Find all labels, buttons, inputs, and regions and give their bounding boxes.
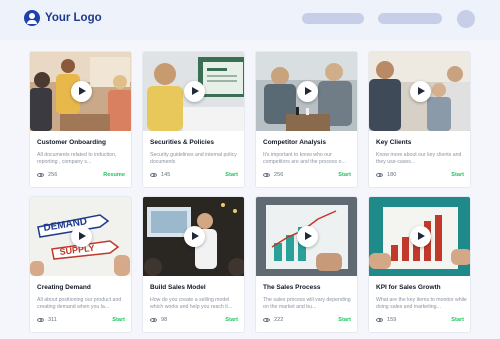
course-title: Customer Onboarding <box>37 139 106 146</box>
play-icon[interactable] <box>71 226 92 247</box>
course-card[interactable]: DEMAND SUPPLY Creating Demand All about … <box>29 196 132 333</box>
view-count: 256 <box>37 172 57 178</box>
demand-supply-drawing-image: DEMAND SUPPLY <box>30 197 131 276</box>
eye-icon <box>263 172 270 178</box>
course-title: Creating Demand <box>37 284 91 291</box>
top-bar: Your Logo <box>0 0 500 40</box>
start-button[interactable]: Start <box>225 172 238 178</box>
eye-icon <box>150 317 157 323</box>
play-icon[interactable] <box>410 81 431 102</box>
course-title: Build Sales Model <box>150 284 206 291</box>
play-icon[interactable] <box>297 81 318 102</box>
presenter-image <box>143 197 244 276</box>
resume-button[interactable]: Resume <box>103 172 125 178</box>
eye-icon <box>150 172 157 178</box>
people-meeting-image <box>30 52 131 131</box>
course-description: How do you create a selling model which … <box>150 297 233 310</box>
colleagues-image <box>369 52 470 131</box>
view-count: 159 <box>376 317 396 323</box>
play-icon[interactable] <box>410 226 431 247</box>
play-icon[interactable] <box>184 81 205 102</box>
view-count-value: 159 <box>387 317 397 323</box>
nav-placeholder-2[interactable] <box>378 13 442 24</box>
eye-icon <box>37 317 44 323</box>
course-card[interactable]: Build Sales Model How do you create a se… <box>142 196 245 333</box>
start-button[interactable]: Start <box>338 172 351 178</box>
eye-icon <box>376 317 383 323</box>
course-description: Know more about our key clients and they… <box>376 152 462 165</box>
play-icon[interactable] <box>297 226 318 247</box>
course-description: All about positioning our product and cr… <box>37 297 122 310</box>
view-count-value: 180 <box>387 172 397 178</box>
view-count: 98 <box>150 317 167 323</box>
avatar[interactable] <box>457 10 475 28</box>
course-title: The Sales Process <box>263 284 321 291</box>
course-description: What are the key items to monitor while … <box>376 297 467 310</box>
eye-icon <box>263 317 270 323</box>
view-count: 145 <box>150 172 170 178</box>
view-count-value: 311 <box>48 317 57 323</box>
course-title: Competitor Analysis <box>263 139 326 146</box>
eye-icon <box>37 172 44 178</box>
course-title: KPI for Sales Growth <box>376 284 441 291</box>
course-title: Securities & Policies <box>150 139 214 146</box>
start-button[interactable]: Start <box>338 317 351 323</box>
course-title: Key Clients <box>376 139 412 146</box>
view-count-value: 256 <box>274 172 284 178</box>
course-description: It's important to know who our competito… <box>263 152 346 165</box>
play-icon[interactable] <box>184 226 205 247</box>
view-count-value: 256 <box>48 172 58 178</box>
course-card[interactable]: Key Clients Know more about our key clie… <box>368 51 471 188</box>
nav-placeholder-1[interactable] <box>302 13 364 24</box>
bar-chart-paper-image <box>369 197 470 276</box>
view-count: 256 <box>263 172 283 178</box>
course-card[interactable]: Customer Onboarding All documents relate… <box>29 51 132 188</box>
course-description: Security guidelines and internal policy … <box>150 152 237 165</box>
view-count-value: 222 <box>274 317 284 323</box>
chess-players-image <box>256 52 357 131</box>
course-description: All documents related to induction, repo… <box>37 152 117 165</box>
eye-icon <box>376 172 383 178</box>
view-count: 180 <box>376 172 396 178</box>
course-card[interactable]: Securities & Policies Security guideline… <box>142 51 245 188</box>
start-button[interactable]: Start <box>112 317 125 323</box>
start-button[interactable]: Start <box>225 317 238 323</box>
course-description: The sales process will vary depending on… <box>263 297 351 310</box>
view-count: 222 <box>263 317 283 323</box>
play-icon[interactable] <box>71 81 92 102</box>
course-card[interactable]: KPI for Sales Growth What are the key it… <box>368 196 471 333</box>
logo-text: Your Logo <box>45 12 102 24</box>
user-logo-icon <box>24 10 40 26</box>
growth-chart-image <box>256 197 357 276</box>
logo[interactable]: Your Logo <box>24 10 102 26</box>
start-button[interactable]: Start <box>451 317 464 323</box>
view-count-value: 145 <box>161 172 171 178</box>
course-card[interactable]: Competitor Analysis It's important to kn… <box>255 51 358 188</box>
view-count: 311 <box>37 317 57 323</box>
start-button[interactable]: Start <box>451 172 464 178</box>
view-count-value: 98 <box>161 317 168 323</box>
policy-screen-image <box>143 52 244 131</box>
course-card[interactable]: The Sales Process The sales process will… <box>255 196 358 333</box>
